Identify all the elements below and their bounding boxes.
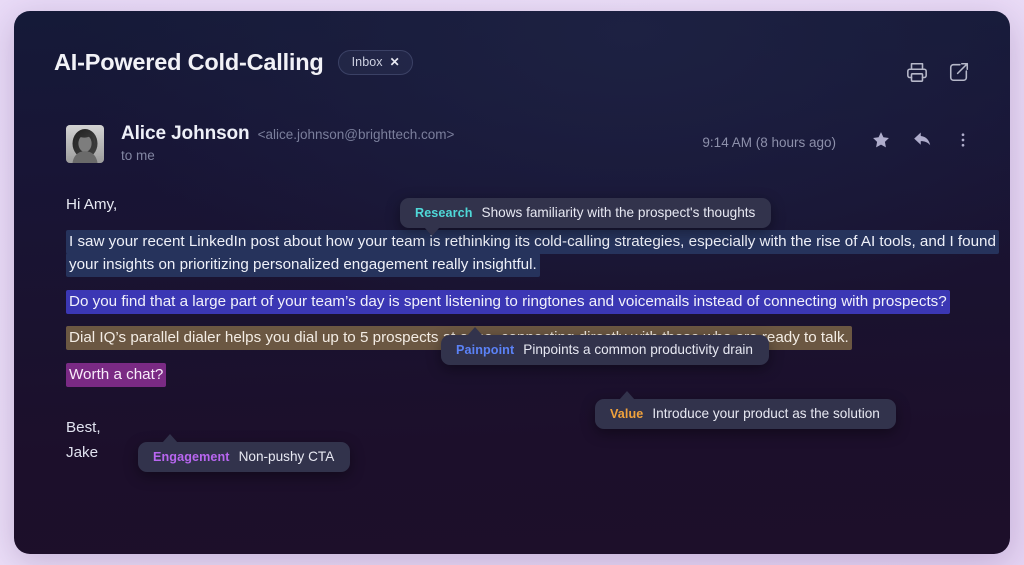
- recipient-label[interactable]: to me: [121, 148, 454, 163]
- highlight-engagement: Worth a chat?: [66, 362, 167, 387]
- reply-icon[interactable]: [912, 129, 933, 155]
- paragraph-painpoint: Do you find that a large part of your te…: [66, 289, 996, 314]
- close-icon[interactable]: ✕: [390, 56, 400, 68]
- annotation-tag-engagement: Engagement: [153, 449, 230, 464]
- timestamp: 9:14 AM (8 hours ago): [702, 134, 836, 150]
- annotation-tag-value: Value: [610, 406, 644, 421]
- paragraph-research: I saw your recent LinkedIn post about ho…: [66, 229, 999, 278]
- annotation-desc-painpoint: Pinpoints a common productivity drain: [523, 342, 753, 357]
- inbox-label-chip[interactable]: Inbox ✕: [337, 50, 413, 75]
- more-options-icon[interactable]: [954, 131, 972, 154]
- message-actions: 9:14 AM (8 hours ago): [702, 129, 972, 155]
- inbox-chip-label: Inbox: [351, 55, 383, 69]
- annotation-tag-research: Research: [415, 205, 473, 220]
- avatar[interactable]: [66, 125, 104, 163]
- sender-name: Alice Johnson: [121, 123, 250, 144]
- annotation-callout-engagement[interactable]: Engagement Non-pushy CTA: [138, 434, 351, 472]
- print-icon[interactable]: [906, 61, 928, 88]
- annotation-tag-painpoint: Painpoint: [456, 342, 515, 357]
- page-title: AI-Powered Cold-Calling: [54, 49, 324, 75]
- paragraph-engagement: Worth a chat?: [66, 362, 996, 387]
- subject-row: AI-Powered Cold-Calling Inbox ✕: [54, 49, 413, 76]
- header-actions: [906, 61, 970, 88]
- annotation-callout-research[interactable]: Research Shows familiarity with the pros…: [400, 198, 772, 236]
- annotation-desc-research: Shows familiarity with the prospect's th…: [481, 205, 756, 220]
- sender-meta: Alice Johnson <alice.johnson@brighttech.…: [121, 123, 454, 163]
- annotation-desc-engagement: Non-pushy CTA: [238, 449, 335, 464]
- sender-row: Alice Johnson <alice.johnson@brighttech.…: [66, 123, 972, 171]
- sender-email: <alice.johnson@brighttech.com>: [257, 127, 455, 142]
- annotation-callout-painpoint[interactable]: Painpoint Pinpoints a common productivit…: [441, 327, 769, 365]
- annotation-callout-value[interactable]: Value Introduce your product as the solu…: [595, 391, 896, 429]
- email-card: AI-Powered Cold-Calling Inbox ✕ Alice Jo…: [14, 11, 1010, 554]
- open-in-new-window-icon[interactable]: [948, 61, 970, 88]
- annotation-desc-value: Introduce your product as the solution: [652, 406, 880, 421]
- highlight-painpoint: Do you find that a large part of your te…: [66, 289, 950, 314]
- star-icon[interactable]: [871, 130, 891, 155]
- highlight-research: I saw your recent LinkedIn post about ho…: [66, 229, 999, 278]
